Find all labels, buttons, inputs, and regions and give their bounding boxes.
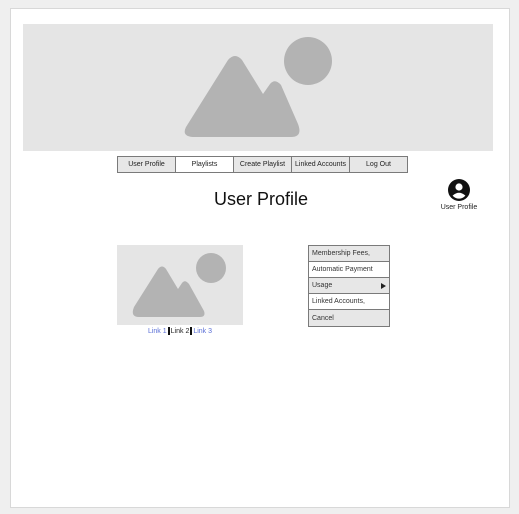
menu-item-label: Membership Fees, (312, 250, 370, 257)
menu-item-label: Cancel (312, 314, 334, 322)
link-3[interactable]: Link 3 (193, 328, 212, 335)
image-placeholder-icon (184, 37, 332, 137)
user-circle-icon (448, 179, 470, 201)
nav-playlists[interactable]: Playlists (175, 156, 234, 173)
submenu-arrow-icon (381, 282, 386, 289)
link-2[interactable]: Link 2 (171, 328, 190, 335)
link-separator (190, 327, 193, 335)
account-menu: Membership Fees, Automatic Payment Usage… (308, 245, 390, 327)
menu-item-usage[interactable]: Usage (309, 278, 389, 294)
menu-item-membership-fees[interactable]: Membership Fees, (309, 246, 389, 262)
link-bar: Link 1 Link 2 Link 3 (117, 327, 243, 335)
menu-item-label: Linked Accounts, (312, 298, 365, 305)
nav-user-profile[interactable]: User Profile (117, 156, 176, 173)
page-title: User Profile (213, 189, 309, 209)
menu-item-automatic-payment[interactable]: Automatic Payment (309, 262, 389, 278)
thumbnail-image-placeholder (117, 245, 243, 325)
nav-linked-accounts[interactable]: Linked Accounts (291, 156, 350, 173)
menu-item-cancel[interactable]: Cancel (309, 310, 389, 326)
link-1[interactable]: Link 1 (148, 328, 167, 335)
image-placeholder-icon (132, 253, 226, 317)
link-separator (167, 327, 170, 335)
nav-create-playlist[interactable]: Create Playlist (233, 156, 292, 173)
menu-item-linked-accounts[interactable]: Linked Accounts, (309, 294, 389, 310)
top-nav: User Profile Playlists Create Playlist L… (117, 156, 408, 173)
hero-image-placeholder (23, 24, 493, 151)
profile-label: User Profile (440, 204, 478, 211)
menu-item-label: Automatic Payment (312, 266, 373, 273)
nav-log-out[interactable]: Log Out (349, 156, 408, 173)
profile-button[interactable]: User Profile (435, 179, 483, 211)
page-frame: User Profile Playlists Create Playlist L… (10, 8, 510, 508)
menu-item-label: Usage (312, 282, 333, 289)
